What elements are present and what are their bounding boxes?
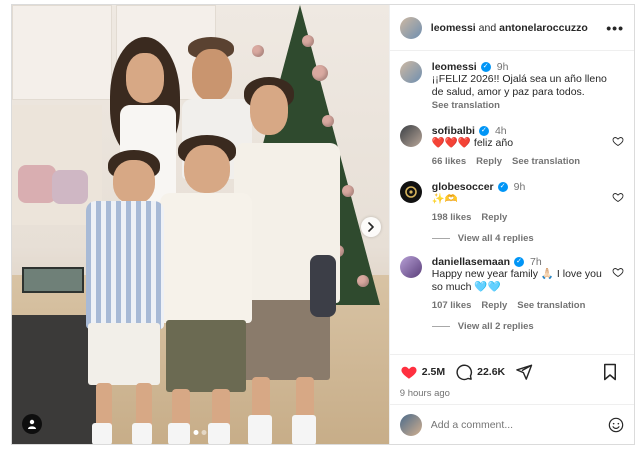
comment: daniellasemaan ✓ 7h Happy new year famil… <box>399 256 624 311</box>
comment-likes[interactable]: 198 likes <box>432 212 472 223</box>
comment-time[interactable]: 9h <box>514 181 526 193</box>
verified-icon: ✓ <box>497 182 508 192</box>
ornament <box>357 275 369 287</box>
chevron-right-icon[interactable] <box>360 217 381 237</box>
comment-username[interactable]: globesoccer <box>432 181 494 193</box>
verified-icon: ✓ <box>514 257 524 267</box>
reply-button[interactable]: Reply <box>481 300 507 311</box>
post-side-panel: leomessi and antonelaroccuzzo ••• leomes… <box>388 5 634 444</box>
comments-count[interactable]: 22.6K <box>477 366 505 378</box>
comment-meta: 107 likes Reply See translation <box>432 300 608 311</box>
ornament <box>322 115 334 127</box>
post-header: leomessi and antonelaroccuzzo ••• <box>389 5 634 51</box>
avatar[interactable] <box>399 256 422 278</box>
comment: sofibalbi ✓ 4h ❤️❤️❤️ feliz año 66 likes… <box>399 125 624 167</box>
caption: leomessi ✓ 9h ¡¡FELIZ 2026!! Ojalá sea u… <box>399 61 624 111</box>
ornament <box>342 185 354 197</box>
instagram-post: leomessi and antonelaroccuzzo ••• leomes… <box>11 4 635 445</box>
cushion <box>52 170 88 204</box>
view-replies-label: View all 4 replies <box>457 233 534 244</box>
caption-time[interactable]: 9h <box>497 61 509 73</box>
more-icon[interactable]: ••• <box>606 20 624 36</box>
see-translation-link[interactable]: See translation <box>517 300 585 311</box>
comment-username[interactable]: sofibalbi <box>432 125 475 137</box>
comment-likes[interactable]: 66 likes <box>432 156 466 167</box>
verified-icon: ✓ <box>478 126 489 136</box>
reply-button[interactable]: Reply <box>476 156 502 167</box>
comment: globesoccer ✓ 9h ✨🫶 198 likes Reply <box>399 181 624 223</box>
avatar[interactable] <box>399 61 422 83</box>
ornament <box>302 35 314 47</box>
floor-mat <box>22 267 84 293</box>
reply-button[interactable]: Reply <box>481 212 507 223</box>
comment-icon[interactable] <box>455 363 473 381</box>
carousel-indicator <box>193 430 207 435</box>
comment-username[interactable]: daniellasemaan <box>432 256 510 268</box>
emoji-icon[interactable] <box>608 417 624 433</box>
caption-body: leomessi ✓ 9h ¡¡FELIZ 2026!! Ojalá sea u… <box>432 61 624 111</box>
comment-time[interactable]: 4h <box>495 125 507 137</box>
avatar <box>399 413 422 436</box>
author-username[interactable]: leomessi <box>431 22 476 34</box>
caption-text: ¡¡FELIZ 2026!! Ojalá sea un año lleno de… <box>431 73 607 98</box>
post-actions: 2.5M 22.6K <box>389 354 634 388</box>
likes-count[interactable]: 2.5M <box>422 366 445 378</box>
comment-likes[interactable]: 107 likes <box>432 300 472 311</box>
see-translation-link[interactable]: See translation <box>512 156 580 167</box>
replies-divider <box>431 238 450 239</box>
carousel-dot-active <box>193 430 199 435</box>
ornament <box>312 65 328 81</box>
heart-icon[interactable] <box>400 363 418 381</box>
view-replies-button[interactable]: View all 2 replies <box>431 321 624 332</box>
cushion <box>18 165 56 203</box>
comment-text: ❤️❤️❤️ feliz año <box>431 137 514 149</box>
add-comment-input[interactable] <box>430 418 608 431</box>
ornament <box>252 45 264 57</box>
caption-username[interactable]: leomessi <box>432 61 477 73</box>
heart-icon[interactable] <box>612 135 624 147</box>
comment-meta: 66 likes Reply See translation <box>432 156 608 167</box>
bookmark-icon[interactable] <box>602 363 618 381</box>
comment-body: globesoccer ✓ 9h ✨🫶 198 likes Reply <box>432 181 624 223</box>
post-timestamp[interactable]: 9 hours ago <box>390 388 634 404</box>
avatar[interactable] <box>399 125 422 147</box>
comment-body: sofibalbi ✓ 4h ❤️❤️❤️ feliz año 66 likes… <box>432 125 624 167</box>
comment-body: daniellasemaan ✓ 7h Happy new year famil… <box>432 256 624 311</box>
author-connector: and <box>478 21 497 34</box>
post-authors: leomessi and antonelaroccuzzo <box>431 22 607 34</box>
comment-text: Happy new year family 🙏🏻 I love you so m… <box>431 268 602 293</box>
comment-action[interactable]: 22.6K <box>455 363 505 381</box>
like-action[interactable]: 2.5M <box>400 363 445 381</box>
carousel-dot <box>201 430 207 435</box>
share-action[interactable] <box>515 363 533 381</box>
avatar[interactable] <box>399 16 422 39</box>
comment-meta: 198 likes Reply <box>432 212 608 223</box>
comments-list[interactable]: leomessi ✓ 9h ¡¡FELIZ 2026!! Ojalá sea u… <box>390 51 634 354</box>
user-tag-icon[interactable] <box>22 414 42 434</box>
avatar[interactable] <box>399 181 422 203</box>
comment-time[interactable]: 7h <box>530 256 542 268</box>
share-icon[interactable] <box>515 363 533 381</box>
verified-icon: ✓ <box>480 62 491 72</box>
coauthor-username[interactable]: antonelaroccuzzo <box>499 22 588 34</box>
comment-text: ✨🫶 <box>431 193 458 205</box>
save-action[interactable] <box>602 363 618 381</box>
see-translation-link[interactable]: See translation <box>432 100 608 111</box>
wall-panel <box>12 5 112 100</box>
heart-icon[interactable] <box>612 266 624 278</box>
heart-icon[interactable] <box>612 191 624 203</box>
replies-divider <box>431 326 450 327</box>
view-replies-button[interactable]: View all 4 replies <box>431 233 624 244</box>
view-replies-label: View all 2 replies <box>457 321 534 332</box>
add-comment-bar <box>389 404 634 444</box>
post-photo[interactable] <box>12 5 389 444</box>
